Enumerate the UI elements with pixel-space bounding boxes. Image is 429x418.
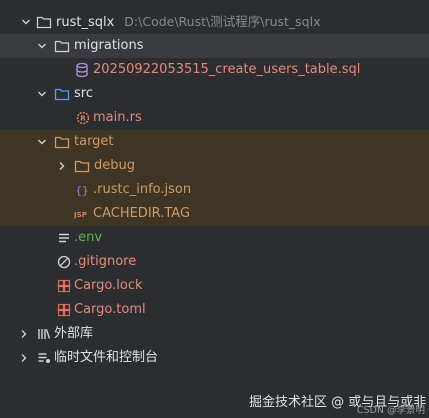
chevron-right-icon[interactable] bbox=[18, 352, 30, 364]
tree-row-external-libraries[interactable]: 外部库 bbox=[0, 322, 429, 346]
tree-item-label: .rustc_info.json bbox=[93, 182, 192, 197]
tree-item-label: debug bbox=[94, 158, 135, 173]
json-file-icon: {} bbox=[74, 182, 90, 198]
tree-item-label: src bbox=[74, 86, 93, 101]
tree-item-label: target bbox=[74, 134, 114, 149]
tree-item-label: main.rs bbox=[93, 110, 142, 125]
svg-text:{}: {} bbox=[75, 184, 88, 197]
folder-icon bbox=[36, 14, 52, 30]
library-icon bbox=[36, 326, 52, 342]
tree-item-label: Cargo.lock bbox=[74, 278, 143, 293]
tree-item-label: .gitignore bbox=[74, 254, 137, 269]
tree-row-debug[interactable]: debug bbox=[0, 154, 429, 178]
chevron-down-icon[interactable] bbox=[36, 40, 48, 52]
tree-item-label: .env bbox=[74, 230, 103, 245]
rust-file-icon: R bbox=[75, 110, 91, 126]
tree-row-target[interactable]: target bbox=[0, 130, 429, 154]
tree-row-main-rs[interactable]: R main.rs bbox=[0, 106, 429, 130]
cargo-file-icon bbox=[56, 302, 72, 318]
ignore-file-icon bbox=[56, 254, 72, 270]
chevron-down-icon[interactable] bbox=[36, 136, 48, 148]
tree-row-cargo-toml[interactable]: Cargo.toml bbox=[0, 298, 429, 322]
svg-text:JSP: JSP bbox=[74, 210, 87, 219]
tree-row-cargo-lock[interactable]: Cargo.lock bbox=[0, 274, 429, 298]
source-folder-icon bbox=[54, 86, 70, 102]
text-file-icon bbox=[56, 230, 72, 246]
tree-item-label: rust_sqlx D:\Code\Rust\测试程序\rust_sqlx bbox=[56, 14, 321, 30]
chevron-down-icon[interactable] bbox=[36, 88, 48, 100]
excluded-folder-icon bbox=[54, 134, 70, 150]
tree-row-migration-file[interactable]: 20250922053515_create_users_table.sql bbox=[0, 58, 429, 82]
tree-item-label: migrations bbox=[74, 38, 144, 53]
chevron-right-icon[interactable] bbox=[56, 160, 68, 172]
tree-item-label: 20250922053515_create_users_table.sql bbox=[93, 62, 361, 77]
tree-row-rustc-info[interactable]: {} .rustc_info.json bbox=[0, 178, 429, 202]
database-icon bbox=[74, 62, 90, 78]
chevron-down-icon[interactable] bbox=[20, 16, 32, 28]
jsp-file-icon: JSP bbox=[74, 206, 90, 222]
tree-row-migrations[interactable]: migrations bbox=[0, 34, 429, 58]
tree-row-gitignore[interactable]: .gitignore bbox=[0, 250, 429, 274]
project-path: D:\Code\Rust\测试程序\rust_sqlx bbox=[124, 14, 321, 29]
tree-row-env[interactable]: .env bbox=[0, 226, 429, 250]
svg-text:R: R bbox=[80, 115, 86, 123]
folder-icon bbox=[54, 38, 70, 54]
tree-row-scratches[interactable]: 临时文件和控制台 bbox=[0, 346, 429, 370]
tree-item-label: 临时文件和控制台 bbox=[54, 350, 159, 365]
tree-row-cachedir[interactable]: JSP CACHEDIR.TAG bbox=[0, 202, 429, 226]
cargo-file-icon bbox=[56, 278, 72, 294]
scratches-icon bbox=[36, 350, 52, 366]
chevron-right-icon[interactable] bbox=[18, 328, 30, 340]
tree-row-root[interactable]: rust_sqlx D:\Code\Rust\测试程序\rust_sqlx bbox=[0, 10, 429, 34]
tree-item-label: 外部库 bbox=[54, 326, 94, 341]
tree-row-src[interactable]: src bbox=[0, 82, 429, 106]
tree-item-label: CACHEDIR.TAG bbox=[93, 206, 191, 221]
excluded-folder-icon bbox=[74, 158, 90, 174]
tree-item-label: Cargo.toml bbox=[74, 302, 146, 317]
watermark-subtext: CSDN @李景明 bbox=[356, 405, 425, 416]
